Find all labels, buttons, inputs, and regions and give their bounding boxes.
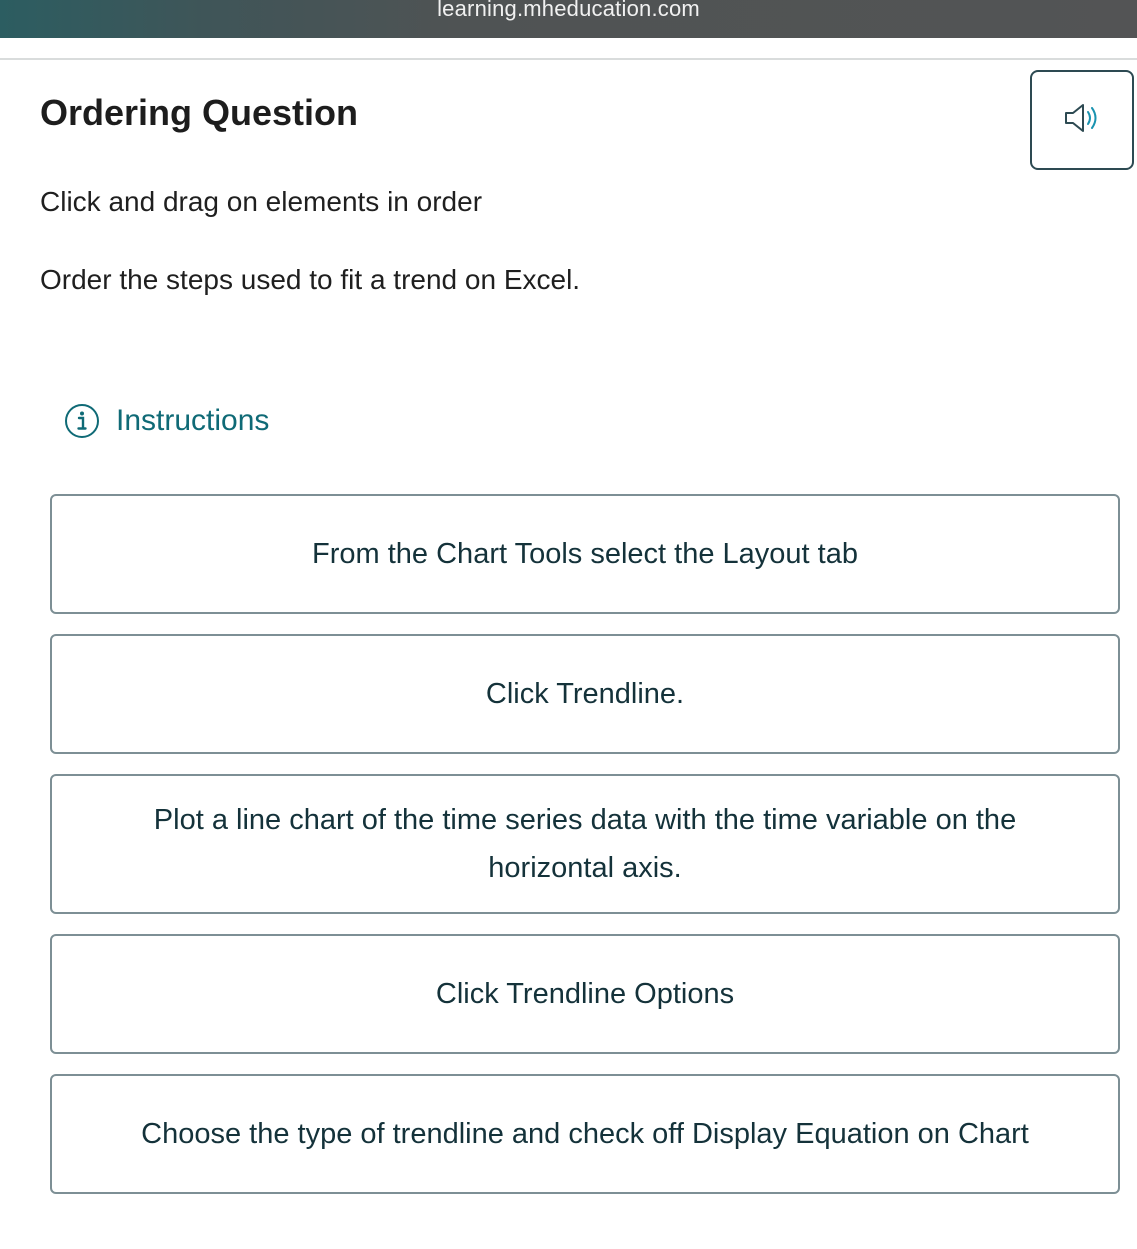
order-item-label: Plot a line chart of the time series dat… — [153, 804, 1017, 884]
header-divider — [0, 58, 1137, 60]
order-item-4[interactable]: Click Trendline Options — [50, 934, 1120, 1054]
instructions-link[interactable]: Instructions — [64, 403, 269, 439]
order-item-1[interactable]: From the Chart Tools select the Layout t… — [50, 494, 1120, 614]
speaker-icon — [1062, 101, 1102, 140]
drag-instruction-text: Click and drag on elements in order — [40, 186, 483, 217]
question-text: Order the steps used to fit a trend on E… — [40, 264, 581, 295]
order-item-5[interactable]: Choose the type of trendline and check o… — [50, 1074, 1120, 1194]
instructions-label: Instructions — [116, 404, 270, 437]
read-aloud-button[interactable] — [1030, 70, 1134, 170]
order-item-label: Choose the type of trendline and check o… — [141, 1118, 1029, 1150]
order-item-2[interactable]: Click Trendline. — [50, 634, 1120, 754]
order-item-3[interactable]: Plot a line chart of the time series dat… — [50, 774, 1120, 914]
browser-url-bar[interactable]: learning.mheducation.com — [0, 0, 1137, 38]
order-item-label: Click Trendline Options — [435, 978, 735, 1010]
order-item-label: Click Trendline. — [485, 678, 685, 710]
page-title: Ordering Question — [40, 92, 359, 133]
info-icon — [64, 403, 100, 439]
order-item-label: From the Chart Tools select the Layout t… — [312, 538, 858, 570]
url-text: learning.mheducation.com — [437, 0, 700, 21]
